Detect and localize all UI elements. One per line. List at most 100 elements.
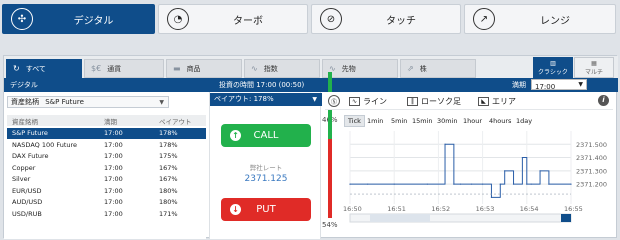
- expiry-select[interactable]: 17:00 ▼: [531, 79, 587, 91]
- chart-toolbar: Ⓢ ∿ ライン ‖ ローソク足 ◣ エリア i: [325, 92, 613, 110]
- price-point: [504, 170, 506, 172]
- candle-chart-button[interactable]: ‖ ローソク足: [407, 95, 461, 107]
- asset-expiry: 17:00: [104, 186, 123, 195]
- payout-select[interactable]: ペイアウト: 178% ▼: [210, 93, 322, 106]
- tab-stock[interactable]: ⇗ 株: [400, 59, 476, 78]
- interval-30min[interactable]: 30min: [434, 115, 461, 127]
- interval-1min[interactable]: 1min: [364, 115, 386, 127]
- x-tick-label: 16:51: [387, 205, 406, 213]
- chevron-down-icon: ▼: [159, 99, 164, 106]
- asset-name: Silver: [12, 175, 31, 183]
- asset-expiry: 17:00: [104, 129, 123, 137]
- asset-row[interactable]: S&P Future 17:00 178%: [7, 128, 206, 139]
- tab-commodity[interactable]: ▬ 商品: [166, 59, 242, 78]
- asset-select[interactable]: 資産銘柄 S&P Future ▼: [7, 96, 169, 108]
- category-tab-bar: ↻ すべて $€ 通貨 ▬ 商品 ∿ 指数 ∿ 先物 ⇗ 株 ▥ クラシック ▦ マルチ: [4, 56, 618, 78]
- area-chart-label: エリア: [492, 96, 516, 106]
- asset-select-label: 資産銘柄: [11, 98, 39, 106]
- asset-name: DAX Future: [12, 152, 49, 160]
- tab-range[interactable]: ↗ レンジ: [464, 4, 616, 34]
- stock-icon: ⇗: [407, 64, 414, 73]
- price-point: [548, 183, 550, 185]
- info-icon[interactable]: i: [598, 95, 609, 106]
- area-chart-button[interactable]: ◣ エリア: [478, 95, 516, 107]
- tab-turbo-label: ターボ: [233, 15, 263, 27]
- price-chart: 2371.500 2371.400 2371.300 2371.200 16:50 16:…: [336, 127, 611, 227]
- navigator-window: [370, 214, 430, 222]
- asset-payout: 167%: [159, 163, 178, 172]
- expiry-label: 満期: [512, 81, 526, 89]
- arrow-down-icon: ↓: [230, 204, 241, 215]
- multi-view-button[interactable]: ▦ マルチ: [574, 57, 614, 78]
- tab-turbo[interactable]: ◔ ターボ: [158, 4, 308, 34]
- price-point: [367, 183, 369, 185]
- price-point: [444, 143, 446, 145]
- currency-icon: $€: [91, 64, 102, 73]
- tab-futures[interactable]: ∿ 先物: [322, 59, 398, 78]
- y-tick-label: 2371.400: [576, 154, 607, 162]
- index-icon: ∿: [251, 64, 258, 73]
- asset-payout: 178%: [159, 140, 178, 149]
- tab-currency-label: 通貨: [107, 64, 122, 73]
- tab-range-label: レンジ: [540, 15, 570, 27]
- put-button[interactable]: ↓ PUT: [221, 198, 311, 221]
- asset-row[interactable]: Copper 17:00 167%: [7, 163, 206, 174]
- asset-payout: 178%: [159, 129, 178, 137]
- chevron-down-icon: ▼: [578, 81, 583, 88]
- asset-payout: 180%: [159, 186, 178, 195]
- interval-4hours[interactable]: 4hours: [486, 115, 514, 127]
- classic-view-button[interactable]: ▥ クラシック: [533, 57, 573, 78]
- asset-name: USD/RUB: [12, 209, 42, 218]
- y-tick-label: 2371.200: [576, 181, 607, 189]
- x-tick-label: 16:54: [520, 205, 539, 213]
- interval-1day[interactable]: 1day: [513, 115, 535, 127]
- tab-index-label: 指数: [263, 64, 278, 73]
- asset-expiry: 17:00: [104, 175, 123, 183]
- interval-15min[interactable]: 15min: [409, 115, 436, 127]
- line-chart-button[interactable]: ∿ ライン: [349, 95, 387, 107]
- turbo-icon: ◔: [167, 8, 189, 30]
- price-point: [530, 183, 532, 185]
- asset-payout: 167%: [159, 175, 178, 183]
- asset-row[interactable]: Silver 17:00 167%: [7, 174, 206, 185]
- asset-name: EUR/USD: [12, 186, 42, 195]
- x-tick-label: 16:50: [343, 205, 362, 213]
- asset-row[interactable]: USD/RUB 17:00 171%: [7, 209, 206, 220]
- tab-touch[interactable]: ⊘ タッチ: [311, 4, 461, 34]
- col-expiry: 満期: [104, 118, 117, 126]
- asset-expiry: 17:00: [104, 140, 123, 149]
- asset-row[interactable]: DAX Future 17:00 175%: [7, 151, 206, 162]
- tab-all[interactable]: ↻ すべて: [6, 59, 82, 78]
- call-button[interactable]: ↑ CALL: [221, 124, 311, 147]
- asset-row[interactable]: EUR/USD 17:00 180%: [7, 186, 206, 197]
- interval-1hour[interactable]: 1hour: [460, 115, 485, 127]
- price-point: [459, 183, 462, 185]
- y-tick-label: 2371.500: [576, 141, 607, 149]
- navigator-handle: [561, 214, 571, 222]
- tab-index[interactable]: ∿ 指数: [244, 59, 320, 78]
- commodity-icon: ▬: [173, 64, 181, 73]
- asset-select-value: S&P Future: [45, 98, 84, 106]
- asset-row[interactable]: NASDAQ 100 Future 17:00 178%: [7, 140, 206, 151]
- tab-futures-label: 先物: [341, 64, 356, 73]
- price-chart-svg: 2371.500 2371.400 2371.300 2371.200 16:50 16:…: [343, 131, 607, 223]
- investment-time: 投資の時間 17:00 (00:50): [219, 81, 305, 89]
- candle-chart-icon: ‖: [407, 96, 418, 106]
- price-point: [526, 183, 528, 185]
- asset-name: AUD/USD: [12, 198, 43, 206]
- y-tick-label: 2371.300: [576, 167, 607, 175]
- tab-commodity-label: 商品: [186, 64, 201, 73]
- x-tick-label: 16:52: [431, 205, 450, 213]
- tab-digital[interactable]: ✣ デジタル: [2, 4, 155, 34]
- put-label: PUT: [256, 204, 276, 215]
- chart-settings-icon[interactable]: Ⓢ: [328, 95, 340, 107]
- price-point: [490, 196, 493, 198]
- asset-row[interactable]: AUD/USD 17:00 180%: [7, 197, 206, 208]
- asset-expiry: 17:00: [104, 152, 123, 160]
- interval-tick[interactable]: Tick: [344, 115, 365, 127]
- candle-chart-label: ローソク足: [421, 96, 461, 106]
- interval-5min[interactable]: 5min: [388, 115, 410, 127]
- tab-currency[interactable]: $€ 通貨: [84, 59, 164, 78]
- chevron-down-icon: ▼: [312, 96, 317, 103]
- asset-list-panel: 資産銘柄 S&P Future ▼ 資産銘柄 満期 ペイアウト S&P Futu…: [4, 92, 206, 239]
